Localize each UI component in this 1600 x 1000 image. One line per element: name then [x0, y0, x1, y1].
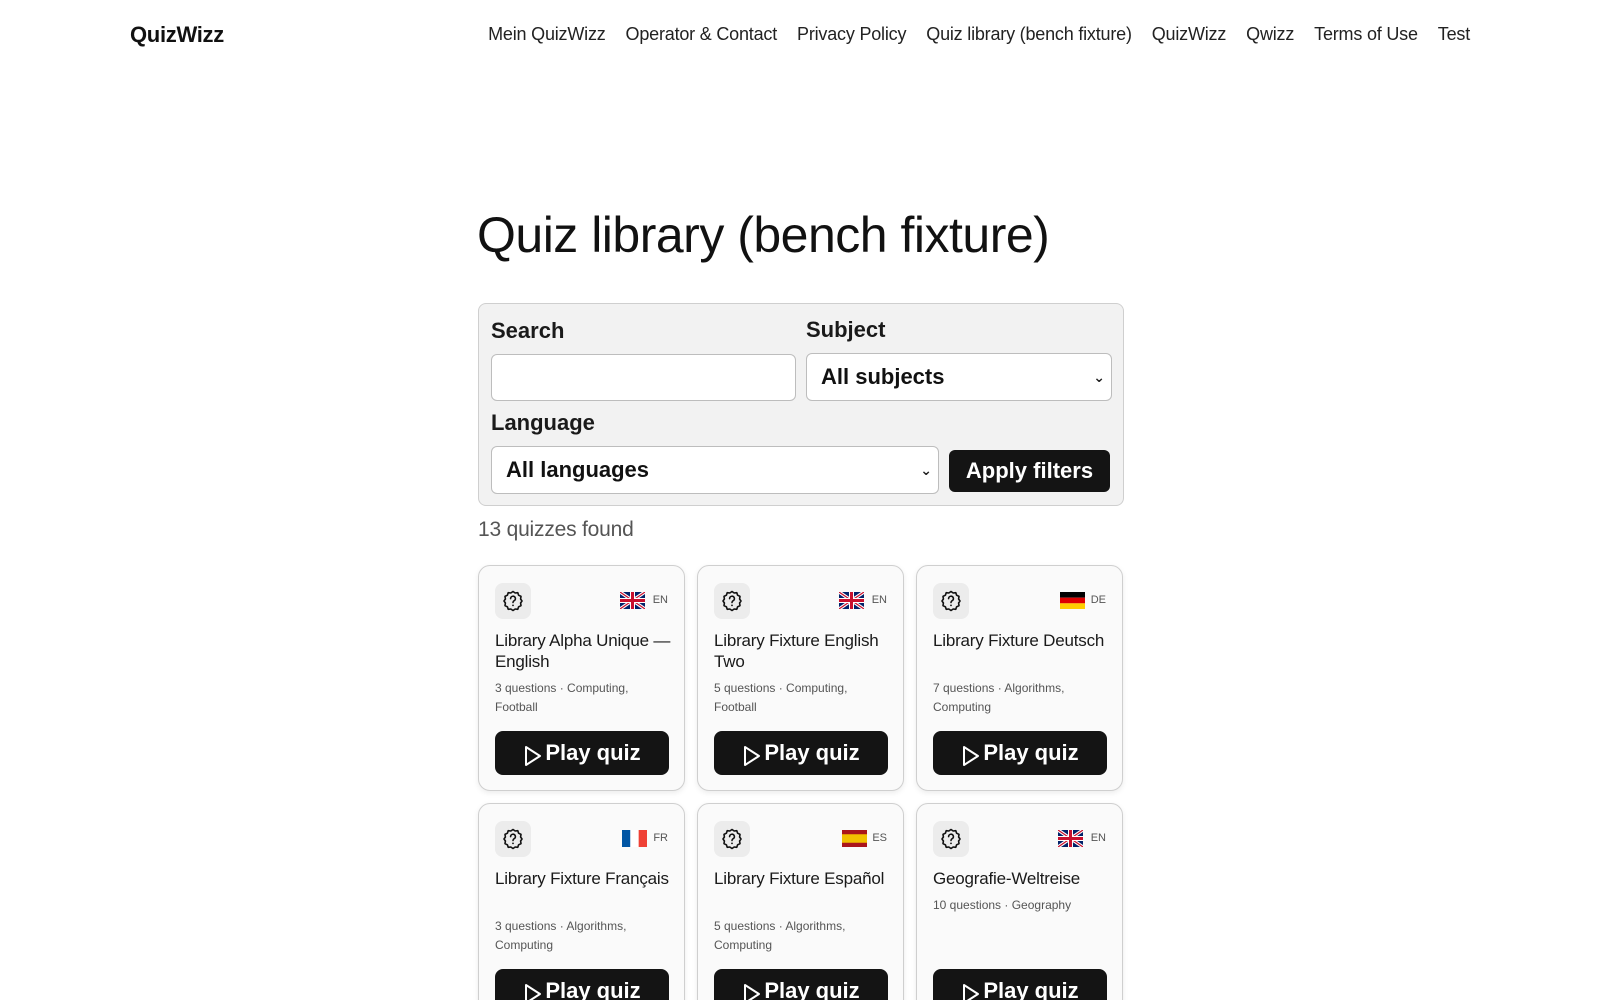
- quiz-meta: 5 questions · Computing, Football: [714, 681, 848, 714]
- quiz-meta: 7 questions · Algorithms, Computing: [933, 681, 1065, 714]
- question-badge-icon: [714, 583, 750, 619]
- quiz-card: EN Geografie-Weltreise 10 questions · Ge…: [916, 803, 1123, 1000]
- results-count: 13 quizzes found: [478, 518, 634, 541]
- play-quiz-button[interactable]: Play quiz: [495, 731, 669, 775]
- nav-mein-quizwizz[interactable]: Mein QuizWizz: [488, 24, 606, 45]
- quiz-meta: 10 questions · Geography: [933, 898, 1072, 912]
- language-code: FR: [653, 832, 668, 844]
- search-input[interactable]: [491, 354, 796, 401]
- language-select-value: All languages: [506, 457, 650, 482]
- play-icon: [744, 746, 761, 766]
- quiz-card: EN Library Fixture English Two 5 questio…: [697, 565, 904, 791]
- filter-panel: Search Subject All subjects ⌄ Language A…: [478, 303, 1124, 506]
- page-title: Quiz library (bench fixture): [477, 207, 1050, 263]
- quiz-title: Library Fixture English Two: [714, 631, 879, 671]
- subject-select[interactable]: All subjects ⌄: [806, 353, 1112, 401]
- nav-operator-contact[interactable]: Operator & Contact: [626, 24, 778, 45]
- question-badge-icon: [933, 583, 969, 619]
- nav-test[interactable]: Test: [1438, 24, 1470, 45]
- uk-flag-icon: [1058, 830, 1083, 847]
- chevron-down-icon: ⌄: [920, 462, 932, 478]
- play-quiz-label: Play quiz: [983, 740, 1079, 765]
- language-code: EN: [1090, 832, 1106, 844]
- play-quiz-label: Play quiz: [545, 978, 641, 1000]
- brand-logo[interactable]: QuizWizz: [130, 22, 224, 48]
- quiz-meta: 5 questions · Algorithms, Computing: [714, 919, 846, 952]
- play-quiz-button[interactable]: Play quiz: [495, 969, 669, 1000]
- chevron-down-icon: ⌄: [1093, 369, 1105, 385]
- play-icon: [963, 746, 980, 766]
- quiz-card: EN Library Alpha Unique — English 3 ques…: [478, 565, 685, 791]
- germany-flag-icon: [1060, 592, 1085, 609]
- main-nav: Mein QuizWizz Operator & Contact Privacy…: [488, 24, 1470, 45]
- quiz-title: Geografie-Weltreise: [933, 869, 1081, 888]
- subject-label: Subject: [806, 317, 886, 342]
- play-quiz-label: Play quiz: [764, 740, 860, 765]
- quiz-card: DE Library Fixture Deutsch 7 questions ·…: [916, 565, 1123, 791]
- quiz-card: FR Library Fixture Français 3 questions …: [478, 803, 685, 1000]
- play-quiz-button[interactable]: Play quiz: [933, 731, 1107, 775]
- nav-terms-of-use[interactable]: Terms of Use: [1314, 24, 1418, 45]
- quiz-title: Library Fixture Français: [495, 869, 669, 888]
- subject-select-value: All subjects: [821, 364, 945, 389]
- language-code: EN: [871, 594, 887, 606]
- site-header: QuizWizz Mein QuizWizz Operator & Contac…: [0, 0, 1600, 72]
- play-quiz-button[interactable]: Play quiz: [933, 969, 1107, 1000]
- nav-quizwizz[interactable]: QuizWizz: [1152, 24, 1227, 45]
- play-quiz-label: Play quiz: [764, 978, 860, 1000]
- play-quiz-button[interactable]: Play quiz: [714, 969, 888, 1000]
- quiz-title: Library Alpha Unique — English: [495, 631, 671, 671]
- language-code: DE: [1090, 594, 1106, 606]
- nav-quiz-library[interactable]: Quiz library (bench fixture): [926, 24, 1132, 45]
- search-label: Search: [491, 318, 565, 343]
- spain-flag-icon: [842, 830, 867, 847]
- play-icon: [525, 746, 542, 766]
- play-quiz-button[interactable]: Play quiz: [714, 731, 888, 775]
- question-badge-icon: [495, 583, 531, 619]
- nav-privacy-policy[interactable]: Privacy Policy: [797, 24, 906, 45]
- play-quiz-label: Play quiz: [545, 740, 641, 765]
- language-label: Language: [491, 410, 595, 435]
- nav-qwizz[interactable]: Qwizz: [1246, 24, 1294, 45]
- apply-filters-button[interactable]: Apply filters: [949, 450, 1110, 492]
- quiz-meta: 3 questions · Computing, Football: [495, 681, 629, 714]
- play-quiz-label: Play quiz: [983, 978, 1079, 1000]
- question-badge-icon: [495, 821, 531, 857]
- language-code: EN: [652, 594, 668, 606]
- question-badge-icon: [933, 821, 969, 857]
- quiz-title: Library Fixture Deutsch: [933, 631, 1105, 650]
- question-badge-icon: [714, 821, 750, 857]
- language-select[interactable]: All languages ⌄: [491, 446, 939, 494]
- france-flag-icon: [622, 830, 647, 847]
- uk-flag-icon: [620, 592, 645, 609]
- quiz-card: ES Library Fixture Español 5 questions ·…: [697, 803, 904, 1000]
- play-icon: [525, 984, 542, 1000]
- play-icon: [963, 984, 980, 1000]
- quiz-title: Library Fixture Español: [714, 869, 885, 888]
- quiz-meta: 3 questions · Algorithms, Computing: [495, 919, 627, 952]
- language-code: ES: [872, 832, 887, 844]
- uk-flag-icon: [839, 592, 864, 609]
- play-icon: [744, 984, 761, 1000]
